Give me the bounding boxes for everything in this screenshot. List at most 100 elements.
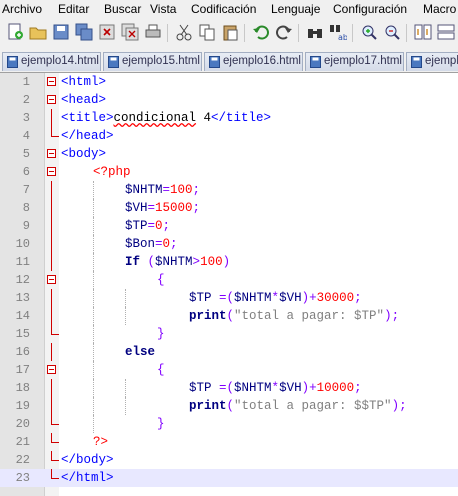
code-token: )+	[301, 381, 317, 395]
code-editor[interactable]: 1 <html> 2 <head> 3 <title>condicional 4</tit…	[0, 73, 458, 496]
code-text: $Bon=0;	[125, 235, 178, 253]
code-token: condicional	[113, 111, 197, 125]
code-token: >	[192, 255, 201, 269]
close-all-icon[interactable]	[121, 23, 139, 41]
toolbar-separator	[298, 24, 299, 42]
line-number: 3	[22, 111, 30, 125]
code-line[interactable]: 18 $TP =($NHTM*$VH)+10000;	[0, 379, 458, 397]
indent-guide	[93, 307, 94, 325]
code-line[interactable]: 9 $TP=0;	[0, 217, 458, 235]
close-icon[interactable]	[98, 23, 116, 41]
code-line[interactable]: 12 {	[0, 271, 458, 289]
menu-codificación[interactable]: Codificación	[191, 2, 256, 16]
code-token: </head>	[61, 129, 114, 143]
file-saved-icon	[209, 56, 220, 68]
fold-toggle-icon[interactable]	[47, 77, 56, 86]
code-line[interactable]: 22 </body>	[0, 451, 458, 469]
undo-icon[interactable]	[252, 23, 270, 41]
sync-vertical-icon[interactable]	[414, 23, 432, 41]
fold-toggle-icon[interactable]	[47, 95, 56, 104]
open-file-icon[interactable]	[29, 23, 47, 41]
code-token: ;	[170, 237, 178, 251]
fold-line	[51, 379, 52, 397]
fold-end-marker	[51, 469, 59, 479]
menu-macro[interactable]: Macro	[423, 2, 456, 16]
menu-configuración[interactable]: Configuración	[333, 2, 407, 16]
code-line[interactable]: 6 <?php	[0, 163, 458, 181]
code-line[interactable]: 3 <title>condicional 4</title>	[0, 109, 458, 127]
code-line[interactable]: 23 </html>	[0, 469, 458, 487]
fold-line	[51, 307, 52, 325]
redo-icon[interactable]	[275, 23, 293, 41]
tab-ejemplo14-html[interactable]: ejemplo14.html	[2, 52, 101, 71]
print-icon[interactable]	[144, 23, 162, 41]
code-line[interactable]: 7 $NHTM=100;	[0, 181, 458, 199]
fold-toggle-icon[interactable]	[47, 365, 56, 374]
menu-archivo[interactable]: Archivo	[2, 2, 42, 16]
code-token: (	[140, 255, 156, 269]
indent-guide	[93, 289, 94, 307]
line-number: 12	[15, 273, 30, 287]
code-token: ;	[192, 201, 201, 215]
code-token: 15000	[155, 201, 193, 215]
fold-toggle-icon[interactable]	[47, 149, 56, 158]
tab-ejemplo16-html[interactable]: ejemplo16.html	[204, 52, 303, 71]
line-number: 21	[15, 435, 30, 449]
find-icon[interactable]	[306, 23, 324, 41]
line-number: 8	[22, 201, 30, 215]
new-file-icon[interactable]	[6, 23, 24, 41]
code-line[interactable]: 5 <body>	[0, 145, 458, 163]
code-token: ;	[162, 219, 171, 233]
code-line[interactable]: 10 $Bon=0;	[0, 235, 458, 253]
code-token: *	[271, 381, 280, 395]
code-line[interactable]: 20}	[0, 415, 458, 433]
fold-line	[51, 235, 52, 253]
code-line[interactable]: 4 </head>	[0, 127, 458, 145]
zoom-out-icon[interactable]	[383, 23, 401, 41]
zoom-in-icon[interactable]	[360, 23, 378, 41]
code-text: $TP =($NHTM*$VH)+30000;	[189, 289, 362, 307]
indent-guide	[125, 289, 126, 307]
code-token: (	[226, 309, 235, 323]
menu-vista[interactable]: Vista	[150, 2, 176, 16]
code-token: =(	[211, 291, 235, 305]
code-line[interactable]: 1 <html>	[0, 73, 458, 91]
code-line[interactable]: 11 If ($NHTM>100)	[0, 253, 458, 271]
code-line[interactable]: 21 ?>	[0, 433, 458, 451]
code-token: );	[391, 399, 407, 413]
file-saved-icon	[310, 56, 321, 68]
replace-icon[interactable]: ab	[329, 23, 348, 42]
code-text: </body>	[61, 451, 114, 469]
fold-toggle-icon[interactable]	[47, 167, 56, 176]
tab-ejemplo17-html[interactable]: ejemplo17.html	[305, 52, 404, 71]
code-line[interactable]: 2 <head>	[0, 91, 458, 109]
code-line[interactable]: 14 print("total a pagar: $TP");	[0, 307, 458, 325]
line-number: 6	[22, 165, 30, 179]
fold-toggle-icon[interactable]	[47, 275, 56, 284]
paste-icon[interactable]	[221, 23, 239, 41]
code-token: (	[226, 399, 235, 413]
code-token: $VH	[279, 291, 302, 305]
menu-buscar[interactable]: Buscar	[104, 2, 141, 16]
save-icon[interactable]	[52, 23, 70, 41]
code-text: $TP =($NHTM*$VH)+10000;	[189, 379, 362, 397]
code-line[interactable]: 16 else	[0, 343, 458, 361]
indent-guide	[93, 235, 94, 253]
code-text: ?>	[93, 433, 108, 451]
code-line[interactable]: 8 $VH=15000;	[0, 199, 458, 217]
tab-ejemplo15-html[interactable]: ejemplo15.html	[103, 52, 202, 71]
indent-guide	[93, 199, 94, 217]
menu-lenguaje[interactable]: Lenguaje	[271, 2, 320, 16]
menu-editar[interactable]: Editar	[58, 2, 89, 16]
code-token: <?php	[93, 165, 131, 179]
sync-horizontal-icon[interactable]	[437, 23, 455, 41]
code-token: $TP	[189, 381, 212, 395]
save-all-icon[interactable]	[75, 23, 93, 41]
tab-ejemplo18-html[interactable]: ejemplo18.html	[406, 52, 458, 71]
code-line[interactable]: 19 print("total a pagar: $$TP");	[0, 397, 458, 415]
code-line[interactable]: 15}	[0, 325, 458, 343]
code-line[interactable]: 13 $TP =($NHTM*$VH)+30000;	[0, 289, 458, 307]
copy-icon[interactable]	[198, 23, 216, 41]
code-line[interactable]: 17 {	[0, 361, 458, 379]
cut-icon[interactable]	[175, 23, 193, 41]
